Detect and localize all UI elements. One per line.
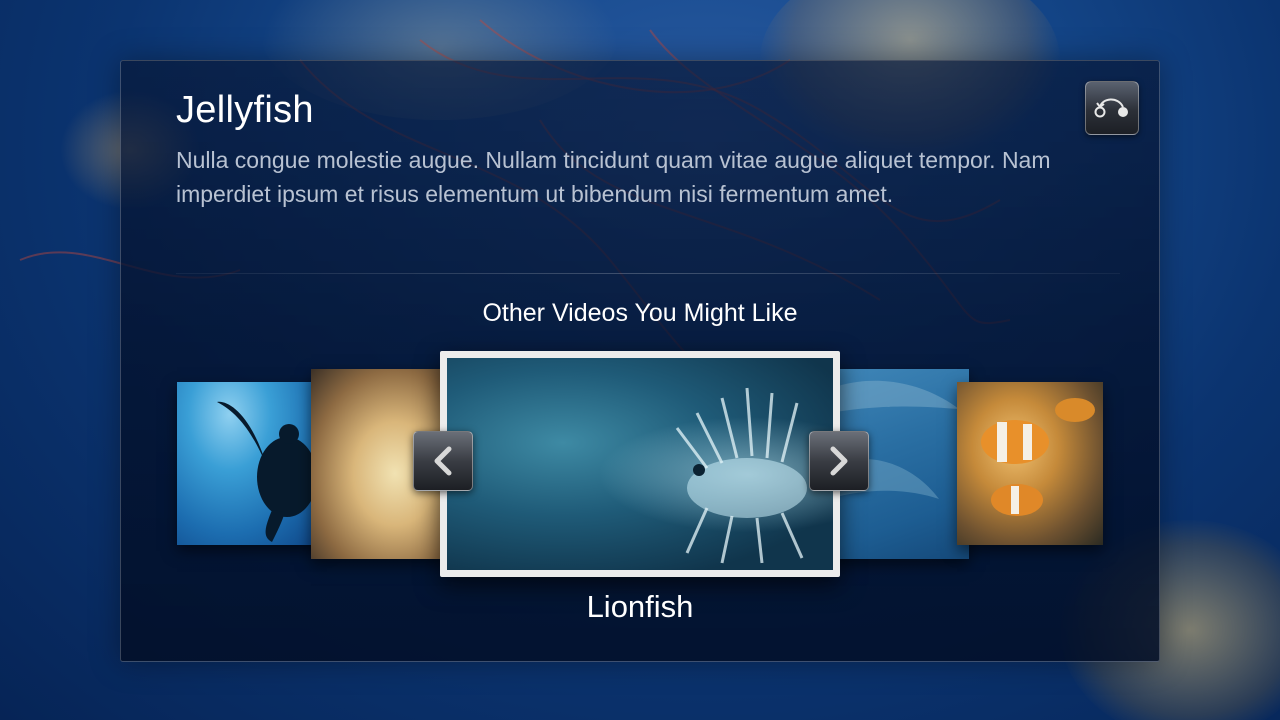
recommendations-heading: Other Videos You Might Like xyxy=(482,299,798,327)
chevron-left-icon xyxy=(434,446,452,476)
section-divider xyxy=(176,273,1120,274)
carousel-next-button[interactable] xyxy=(809,431,869,491)
video-description: Nulla congue molestie augue. Nullam tinc… xyxy=(176,147,1051,207)
clownfish-shapes xyxy=(981,398,1095,516)
video-details-panel: Jellyfish Nulla congue molestie augue. N… xyxy=(120,60,1160,662)
lionfish-shape xyxy=(675,387,807,564)
video-thumbnail-turtle[interactable] xyxy=(177,382,327,545)
selected-video-title: Lionfish xyxy=(586,589,694,624)
chevron-right-icon xyxy=(830,446,848,476)
video-thumbnail-lionfish-selected[interactable] xyxy=(440,351,840,577)
video-title: Jellyfish xyxy=(176,89,314,131)
back-button[interactable] xyxy=(1085,81,1139,135)
carousel-previous-button[interactable] xyxy=(413,431,473,491)
video-thumbnail-clownfish[interactable] xyxy=(957,382,1103,545)
turtle-silhouette xyxy=(217,401,327,542)
lionfish-image xyxy=(447,358,833,570)
back-arrow-icon xyxy=(1094,98,1128,118)
